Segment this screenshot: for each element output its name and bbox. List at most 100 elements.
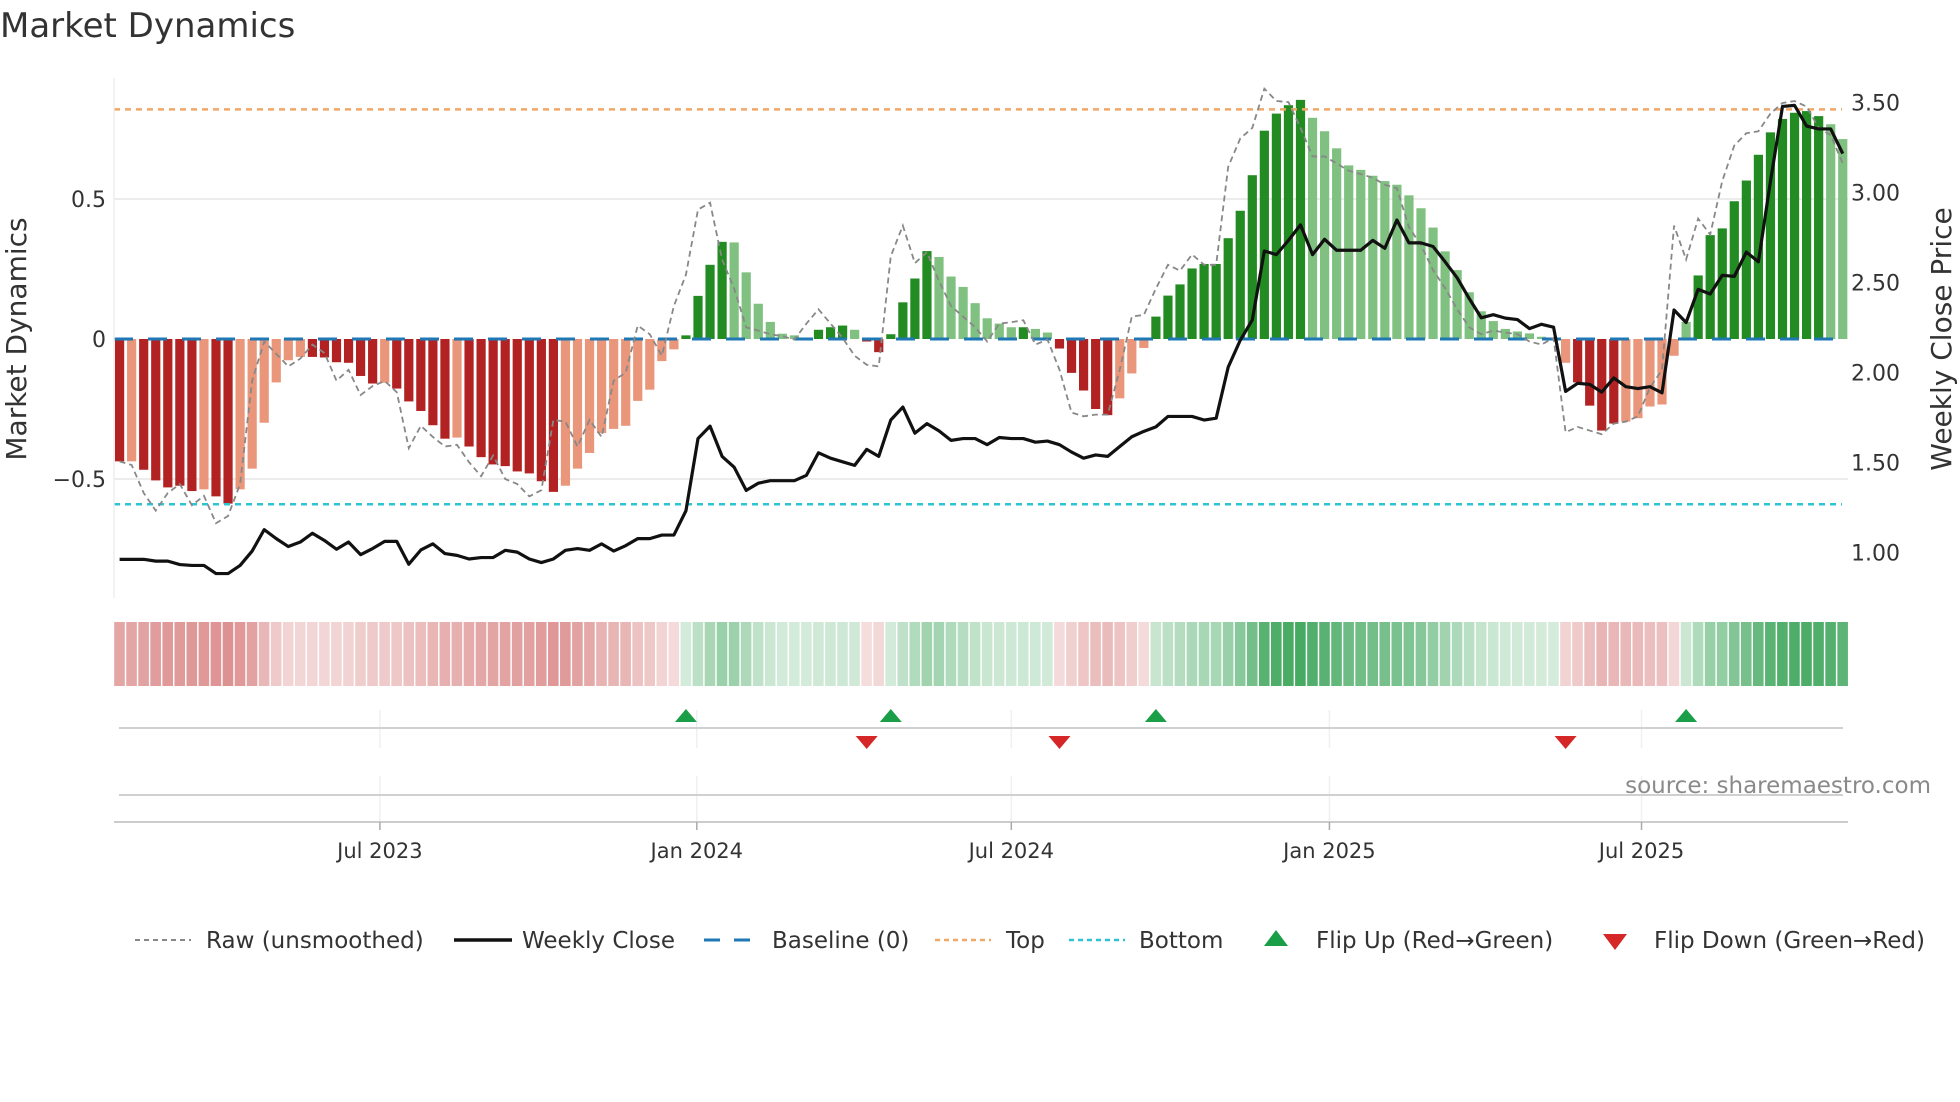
bar bbox=[548, 339, 558, 492]
heat-cell bbox=[463, 622, 475, 686]
heat-cell bbox=[1102, 622, 1113, 686]
heat-cell bbox=[1415, 622, 1427, 686]
heat-cell bbox=[1620, 622, 1632, 686]
y-tick-label: 0 bbox=[92, 328, 106, 353]
heat-cell bbox=[319, 622, 330, 686]
bar bbox=[271, 339, 281, 383]
y2-tick-label: 1.50 bbox=[1851, 452, 1900, 477]
flip-up-marker bbox=[1144, 709, 1167, 722]
heat-cell bbox=[1728, 622, 1740, 686]
heat-cell bbox=[367, 622, 378, 686]
bar bbox=[283, 339, 293, 361]
x-tick-label: Jan 2024 bbox=[649, 839, 744, 863]
bar bbox=[765, 321, 775, 339]
bar bbox=[1018, 327, 1028, 339]
heat-cell bbox=[1451, 622, 1463, 686]
legend: Raw (unsmoothed) Weekly Close Baseline (0)… bbox=[135, 928, 1925, 954]
bar bbox=[1789, 112, 1800, 339]
bar bbox=[934, 256, 944, 339]
bar bbox=[1621, 339, 1631, 422]
heat-cell bbox=[1740, 622, 1752, 686]
heat-cell bbox=[1548, 622, 1559, 686]
bar bbox=[440, 339, 450, 439]
heat-cell bbox=[294, 622, 306, 686]
bar bbox=[753, 303, 763, 339]
heat-cell bbox=[1174, 622, 1186, 686]
legend-flip-up-icon bbox=[1264, 930, 1288, 946]
bar bbox=[946, 276, 956, 339]
heat-cell bbox=[511, 622, 523, 686]
y2-tick-label: 3.50 bbox=[1851, 92, 1900, 117]
bar bbox=[235, 339, 245, 490]
x-tick-label: Jul 2024 bbox=[967, 839, 1054, 863]
bar bbox=[572, 339, 583, 469]
bar bbox=[1235, 210, 1245, 339]
bar bbox=[512, 339, 522, 472]
bar bbox=[850, 329, 860, 339]
heat-cell bbox=[1042, 622, 1053, 686]
bar bbox=[404, 339, 414, 402]
flip-down-marker bbox=[855, 736, 878, 749]
bar bbox=[560, 339, 571, 486]
heat-cell bbox=[1463, 622, 1475, 686]
bar bbox=[681, 335, 691, 339]
bar bbox=[669, 339, 679, 350]
bar bbox=[1585, 339, 1595, 406]
heat-cell bbox=[379, 622, 390, 686]
heat-cell bbox=[1837, 622, 1848, 686]
heat-cell bbox=[1355, 622, 1366, 686]
bar bbox=[1187, 268, 1197, 339]
heat-cell bbox=[174, 622, 186, 686]
heat-cell bbox=[1271, 622, 1282, 686]
heat-cell bbox=[1391, 622, 1403, 686]
bar bbox=[1573, 339, 1583, 383]
heat-cell bbox=[1704, 622, 1716, 686]
bar bbox=[1416, 208, 1426, 339]
heat-cell bbox=[825, 622, 836, 686]
bar bbox=[1814, 116, 1824, 340]
heat-cell bbox=[813, 622, 824, 686]
legend-label: Top bbox=[1005, 928, 1045, 954]
heat-cell bbox=[1078, 622, 1089, 686]
bar bbox=[705, 264, 715, 339]
heat-cell bbox=[801, 622, 812, 686]
heat-cell bbox=[186, 622, 198, 686]
raw-unsmoothed-line bbox=[119, 86, 1844, 525]
bar bbox=[898, 302, 908, 339]
heat-cell bbox=[138, 622, 149, 686]
heat-cell bbox=[222, 622, 234, 686]
bar bbox=[1597, 339, 1607, 431]
heat-cell bbox=[499, 622, 511, 686]
bar bbox=[1368, 175, 1378, 339]
heat-cell bbox=[909, 622, 921, 686]
flip-markers bbox=[119, 709, 1843, 749]
bar bbox=[331, 339, 342, 363]
legend-label: Baseline (0) bbox=[772, 928, 909, 954]
bar bbox=[910, 278, 920, 339]
bar bbox=[1645, 339, 1655, 407]
heat-cell bbox=[1283, 622, 1294, 686]
heat-cell bbox=[234, 622, 246, 686]
heat-cell bbox=[1596, 622, 1607, 686]
bar bbox=[693, 295, 703, 339]
heat-cell bbox=[282, 622, 294, 686]
heat-cell bbox=[1331, 622, 1342, 686]
bar bbox=[1633, 339, 1643, 419]
source-label: source: sharemaestro.com bbox=[1625, 773, 1931, 799]
heat-cell bbox=[307, 622, 318, 686]
heat-cell bbox=[258, 622, 270, 686]
bar bbox=[886, 334, 896, 339]
heat-cell bbox=[391, 622, 402, 686]
bar bbox=[1271, 113, 1281, 339]
bar bbox=[1681, 321, 1691, 339]
heat-cell bbox=[1234, 622, 1246, 686]
heat-cell bbox=[1162, 622, 1174, 686]
bar bbox=[151, 339, 161, 481]
heat-cell bbox=[608, 622, 619, 686]
bar bbox=[1006, 327, 1016, 339]
heat-cell bbox=[1005, 622, 1017, 686]
flip-up-marker bbox=[674, 709, 697, 722]
bar bbox=[524, 339, 534, 474]
y-tick-label: −0.5 bbox=[53, 468, 106, 493]
heat-cell bbox=[957, 622, 969, 686]
